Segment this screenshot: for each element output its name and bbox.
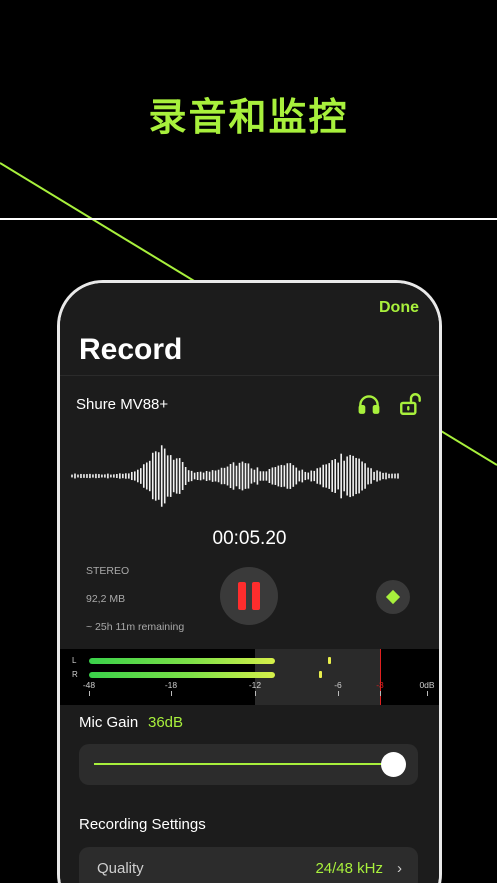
- mic-gain-slider[interactable]: [79, 744, 418, 785]
- page-title: Record: [79, 333, 183, 366]
- meter-clip-line: [380, 649, 381, 705]
- audio-waveform: [71, 445, 399, 507]
- meter-scale-label: -12: [248, 680, 262, 690]
- diamond-marker-icon: [385, 589, 401, 605]
- done-button[interactable]: Done: [379, 299, 419, 317]
- pause-icon: [235, 582, 263, 610]
- right-channel-label: R: [72, 670, 78, 679]
- slider-thumb[interactable]: [381, 752, 406, 777]
- chevron-right-icon: ›: [397, 860, 402, 877]
- header-divider: [60, 375, 439, 376]
- channel-mode: STEREO: [86, 565, 130, 577]
- pause-recording-button[interactable]: [220, 567, 278, 625]
- mic-gain-label: Mic Gain: [79, 714, 139, 731]
- recording-settings-title: Recording Settings: [79, 816, 206, 833]
- left-channel-label: L: [72, 656, 77, 665]
- meter-scale-label: -3: [376, 680, 384, 690]
- quality-value: 24/48 kHz: [315, 860, 383, 877]
- left-level-bar: [89, 658, 275, 664]
- meter-scale-label: -18: [164, 680, 178, 690]
- meter-scale-label: 0dB: [419, 680, 435, 690]
- right-peak-marker: [319, 671, 322, 678]
- headphones-icon[interactable]: [356, 391, 382, 417]
- elapsed-time: 00:05.20: [212, 528, 287, 549]
- device-name: Shure MV88+: [76, 396, 169, 413]
- slider-track[interactable]: [94, 763, 396, 765]
- meter-scale-label: -48: [82, 680, 96, 690]
- right-level-bar: [89, 672, 275, 678]
- mic-gain-value: 36dB: [148, 714, 184, 731]
- left-peak-marker: [328, 657, 331, 664]
- unlock-icon[interactable]: [398, 391, 424, 417]
- promo-headline: 录音和监控: [148, 95, 349, 139]
- meter-scale-label: -6: [334, 680, 342, 690]
- record-screen: Done Record Shure MV88+ 00:05.20 STEREO …: [60, 283, 439, 883]
- quality-label: Quality: [97, 860, 144, 877]
- phone-frame: Done Record Shure MV88+ 00:05.20 STEREO …: [57, 280, 442, 883]
- time-remaining: ~ 25h 11m remaining: [86, 621, 185, 633]
- quality-setting-row[interactable]: Quality 24/48 kHz ›: [79, 847, 418, 883]
- add-marker-button[interactable]: [376, 580, 410, 614]
- level-meter: L R -48 -18 -12 -6 -3 0dB: [60, 649, 439, 705]
- file-size: 92,2 MB: [86, 593, 126, 605]
